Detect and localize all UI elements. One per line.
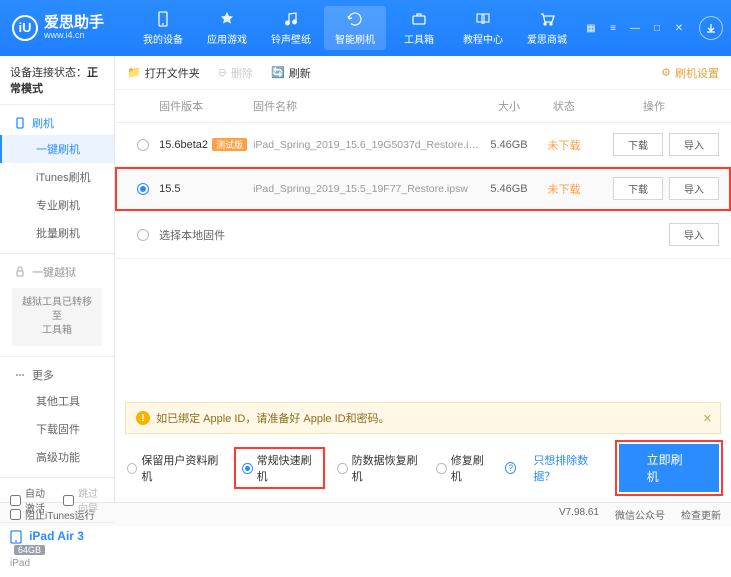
music-icon <box>282 10 300 28</box>
logo-icon: iU <box>12 15 38 41</box>
firmware-row[interactable]: 15.6beta2测试版 iPad_Spring_2019_15.6_19G50… <box>115 123 731 167</box>
download-button[interactable]: 下载 <box>613 133 663 156</box>
menu-icon[interactable]: ▦ <box>581 20 601 36</box>
sidebar-item-advanced[interactable]: 高级功能 <box>0 443 114 471</box>
download-button[interactable]: 下载 <box>613 177 663 200</box>
delete-icon: ⊖ <box>218 66 227 79</box>
local-firmware-row[interactable]: 选择本地固件 导入 <box>115 211 731 259</box>
flash-settings-button[interactable]: ⚙刷机设置 <box>661 65 719 81</box>
firmware-table-header: 固件版本 固件名称 大小 状态 操作 <box>115 90 731 123</box>
jailbreak-note: 越狱工具已转移至 工具箱 <box>12 288 102 346</box>
more-icon <box>14 369 26 381</box>
flash-icon <box>346 10 364 28</box>
mode-keep-data[interactable]: 保留用户资料刷机 <box>127 452 222 484</box>
connection-status: 设备连接状态：正常模式 <box>0 56 114 104</box>
refresh-icon: 🔄 <box>271 66 285 79</box>
flash-mode-bar: 保留用户资料刷机 常规快速刷机 防数据恢复刷机 修复刷机 ? 只想排除数据？ 立… <box>115 434 731 502</box>
sidebar-more-header[interactable]: 更多 <box>0 363 114 387</box>
sidebar: 设备连接状态：正常模式 刷机 一键刷机 iTunes刷机 专业刷机 批量刷机 一… <box>0 56 115 502</box>
wechat-link[interactable]: 微信公众号 <box>615 507 665 522</box>
main-nav: 我的设备 应用游戏 铃声壁纸 智能刷机 工具箱 教程中心 爱思商城 <box>132 6 578 50</box>
radio-selected[interactable] <box>137 183 149 195</box>
flash-now-button[interactable]: 立即刷机 <box>619 444 719 492</box>
warning-bar: ! 如已绑定 Apple ID，请准备好 Apple ID和密码。 ✕ <box>125 402 721 434</box>
nav-toolbox[interactable]: 工具箱 <box>388 6 450 50</box>
sidebar-item-othertools[interactable]: 其他工具 <box>0 387 114 415</box>
firmware-row-selected[interactable]: 15.5 iPad_Spring_2019_15.5_19F77_Restore… <box>115 167 731 211</box>
main-panel: 📁打开文件夹 ⊖删除 🔄刷新 ⚙刷机设置 固件版本 固件名称 大小 状态 操作 … <box>115 56 731 502</box>
cart-icon <box>538 10 556 28</box>
sidebar-item-download-fw[interactable]: 下载固件 <box>0 415 114 443</box>
radio-unselected[interactable] <box>137 139 149 151</box>
sidebar-item-itunes[interactable]: iTunes刷机 <box>0 163 114 191</box>
folder-icon: 📁 <box>127 66 141 79</box>
minimize-button[interactable]: — <box>625 20 645 36</box>
nav-apps[interactable]: 应用游戏 <box>196 6 258 50</box>
import-button[interactable]: 导入 <box>669 133 719 156</box>
device-info[interactable]: iPad Air 3 64GB iPad <box>0 522 114 577</box>
app-title: 爱思助手 <box>44 15 104 32</box>
maximize-button[interactable]: □ <box>647 20 667 36</box>
sidebar-item-batch[interactable]: 批量刷机 <box>0 219 114 247</box>
sidebar-flash-header[interactable]: 刷机 <box>0 111 114 135</box>
sidebar-item-pro[interactable]: 专业刷机 <box>0 191 114 219</box>
nav-store[interactable]: 爱思商城 <box>516 6 578 50</box>
nav-flash[interactable]: 智能刷机 <box>324 6 386 50</box>
firmware-name: iPad_Spring_2019_15.5_19F77_Restore.ipsw <box>253 183 479 195</box>
refresh-button[interactable]: 🔄刷新 <box>271 65 311 81</box>
auto-activate-checkbox[interactable] <box>10 495 21 506</box>
mode-anti-recover[interactable]: 防数据恢复刷机 <box>337 452 422 484</box>
import-local-button[interactable]: 导入 <box>669 223 719 246</box>
firmware-name: iPad_Spring_2019_15.6_19G5037d_Restore.i… <box>253 139 479 151</box>
info-icon[interactable]: ? <box>505 462 516 474</box>
lines-icon[interactable]: ≡ <box>603 20 623 36</box>
lock-icon <box>14 266 26 278</box>
tablet-icon <box>10 530 22 544</box>
open-folder-button[interactable]: 📁打开文件夹 <box>127 65 200 81</box>
nav-my-device[interactable]: 我的设备 <box>132 6 194 50</box>
app-subtitle: www.i4.cn <box>44 31 104 41</box>
nav-tutorials[interactable]: 教程中心 <box>452 6 514 50</box>
mode-repair[interactable]: 修复刷机 <box>436 452 491 484</box>
flash-group-icon <box>14 117 26 129</box>
close-button[interactable]: ✕ <box>669 20 689 36</box>
sidebar-item-oneclick[interactable]: 一键刷机 <box>0 135 114 163</box>
skip-guide-checkbox[interactable] <box>63 495 74 506</box>
warning-close-button[interactable]: ✕ <box>703 412 712 425</box>
storage-badge: 64GB <box>14 545 45 555</box>
warning-icon: ! <box>136 411 150 425</box>
device-icon <box>154 10 172 28</box>
download-indicator-icon[interactable] <box>699 16 723 40</box>
mode-quick[interactable]: 常规快速刷机 <box>236 449 323 487</box>
check-update-link[interactable]: 检查更新 <box>681 507 721 522</box>
apps-icon <box>218 10 236 28</box>
window-controls: ▦ ≡ — □ ✕ <box>581 16 723 40</box>
version-label: V7.98.61 <box>559 507 599 522</box>
beta-badge: 测试版 <box>212 138 247 151</box>
delete-button[interactable]: ⊖删除 <box>218 65 253 81</box>
radio-local[interactable] <box>137 229 149 241</box>
toolbox-icon <box>410 10 428 28</box>
nav-ringtones[interactable]: 铃声壁纸 <box>260 6 322 50</box>
import-button[interactable]: 导入 <box>669 177 719 200</box>
sidebar-jailbreak-header[interactable]: 一键越狱 <box>0 260 114 284</box>
exclude-data-link[interactable]: 只想排除数据？ <box>533 452 604 484</box>
app-logo: iU 爱思助手 www.i4.cn <box>8 15 104 41</box>
gear-icon: ⚙ <box>661 66 671 79</box>
block-itunes-checkbox[interactable] <box>10 509 21 520</box>
book-icon <box>474 10 492 28</box>
